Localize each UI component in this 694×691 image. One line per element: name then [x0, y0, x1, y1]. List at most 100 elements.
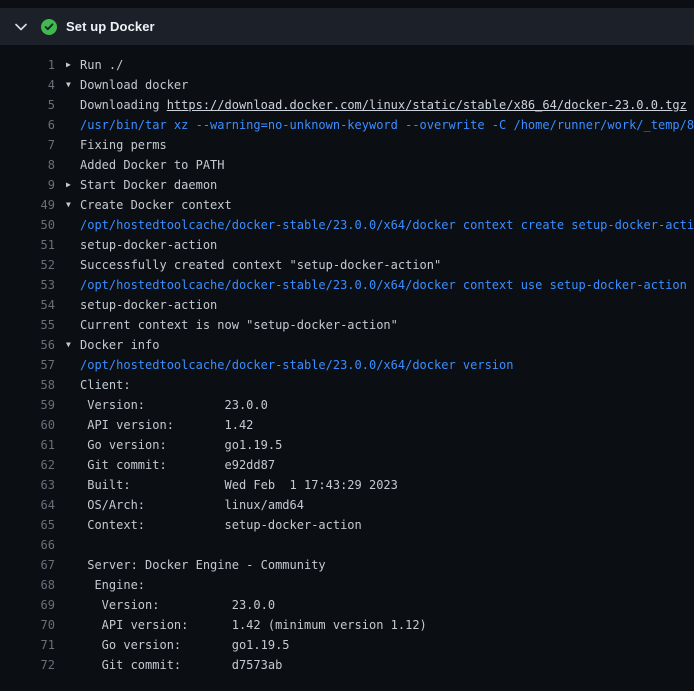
log-text: setup-docker-action: [80, 295, 217, 315]
plain-text: Fixing perms: [80, 138, 167, 152]
plain-text: Go version: go1.19.5: [80, 438, 282, 452]
log-group-row[interactable]: 9▶Start Docker daemon: [0, 175, 694, 195]
line-number[interactable]: 67: [0, 555, 55, 575]
plain-text: Docker info: [80, 338, 159, 352]
plain-text: setup-docker-action: [80, 298, 217, 312]
line-number[interactable]: 63: [0, 475, 55, 495]
plain-text: Create Docker context: [80, 198, 232, 212]
log-text: Create Docker context: [80, 195, 232, 215]
group-collapsed-icon[interactable]: ▶: [55, 55, 80, 75]
log-link[interactable]: https://download.docker.com/linux/static…: [167, 98, 687, 112]
line-number[interactable]: 51: [0, 235, 55, 255]
log-text: Version: 23.0.0: [80, 595, 275, 615]
line-number[interactable]: 7: [0, 135, 55, 155]
plain-text: Added Docker to PATH: [80, 158, 225, 172]
plain-text: Version: 23.0.0: [80, 398, 268, 412]
log-row: 55Current context is now "setup-docker-a…: [0, 315, 694, 335]
line-number[interactable]: 52: [0, 255, 55, 275]
line-number[interactable]: 53: [0, 275, 55, 295]
log-group-row[interactable]: 4▼Download docker: [0, 75, 694, 95]
plain-text: OS/Arch: linux/amd64: [80, 498, 304, 512]
log-text: OS/Arch: linux/amd64: [80, 495, 304, 515]
plain-text: Download docker: [80, 78, 188, 92]
log-text: Context: setup-docker-action: [80, 515, 362, 535]
log-row: 59 Version: 23.0.0: [0, 395, 694, 415]
line-number[interactable]: 4: [0, 75, 55, 95]
line-number[interactable]: 60: [0, 415, 55, 435]
line-number[interactable]: 57: [0, 355, 55, 375]
log-text: Run ./: [80, 55, 123, 75]
plain-text: Start Docker daemon: [80, 178, 217, 192]
line-number[interactable]: 49: [0, 195, 55, 215]
log-row: 51 setup-docker-action: [0, 235, 694, 255]
group-expanded-icon[interactable]: ▼: [55, 335, 80, 355]
command-text: /opt/hostedtoolcache/docker-stable/23.0.…: [80, 278, 687, 292]
log-group-row[interactable]: 1▶Run ./: [0, 55, 694, 75]
log-text: Git commit: d7573ab: [80, 655, 282, 675]
plain-text: Successfully created context "setup-dock…: [80, 258, 441, 272]
log-text: API version: 1.42 (minimum version 1.12): [80, 615, 427, 635]
plain-text: Built: Wed Feb 1 17:43:29 2023: [80, 478, 398, 492]
log-row: 6/usr/bin/tar xz --warning=no-unknown-ke…: [0, 115, 694, 135]
log-row: 58Client:: [0, 375, 694, 395]
line-number[interactable]: 5: [0, 95, 55, 115]
log-row: 7 Fixing perms: [0, 135, 694, 155]
line-number[interactable]: 54: [0, 295, 55, 315]
plain-text: Server: Docker Engine - Community: [80, 558, 326, 572]
log-group-row[interactable]: 49▼Create Docker context: [0, 195, 694, 215]
line-number[interactable]: 56: [0, 335, 55, 355]
line-number[interactable]: 72: [0, 655, 55, 675]
line-number[interactable]: 62: [0, 455, 55, 475]
line-number[interactable]: 8: [0, 155, 55, 175]
log-text: setup-docker-action: [80, 235, 217, 255]
log-row: 8 Added Docker to PATH: [0, 155, 694, 175]
log-text: API version: 1.42: [80, 415, 253, 435]
log-text: Docker info: [80, 335, 159, 355]
log-text: Start Docker daemon: [80, 175, 217, 195]
command-text: /usr/bin/tar xz --warning=no-unknown-key…: [80, 118, 694, 132]
log-row: 69 Version: 23.0.0: [0, 595, 694, 615]
log-row: 5 Downloading https://download.docker.com…: [0, 95, 694, 115]
line-number[interactable]: 64: [0, 495, 55, 515]
line-number[interactable]: 68: [0, 575, 55, 595]
plain-text: Git commit: d7573ab: [80, 658, 282, 672]
line-number[interactable]: 55: [0, 315, 55, 335]
log-text: Go version: go1.19.5: [80, 635, 290, 655]
group-collapsed-icon[interactable]: ▶: [55, 175, 80, 195]
log-text: Fixing perms: [80, 135, 167, 155]
line-number[interactable]: 1: [0, 55, 55, 75]
step-header-setup-docker[interactable]: Set up Docker: [0, 8, 694, 45]
line-number[interactable]: 61: [0, 435, 55, 455]
log-text: Added Docker to PATH: [80, 155, 225, 175]
log-row: 53/opt/hostedtoolcache/docker-stable/23.…: [0, 275, 694, 295]
line-number[interactable]: 6: [0, 115, 55, 135]
log-text: Built: Wed Feb 1 17:43:29 2023: [80, 475, 398, 495]
log-text: Git commit: e92dd87: [80, 455, 275, 475]
log-row: 68 Engine:: [0, 575, 694, 595]
log-row: 52 Successfully created context "setup-do…: [0, 255, 694, 275]
line-number[interactable]: 70: [0, 615, 55, 635]
log-group-row[interactable]: 56▼Docker info: [0, 335, 694, 355]
line-number[interactable]: 59: [0, 395, 55, 415]
line-number[interactable]: 50: [0, 215, 55, 235]
log-text: Server: Docker Engine - Community: [80, 555, 326, 575]
chevron-down-icon[interactable]: [14, 20, 28, 34]
log-row: 64 OS/Arch: linux/amd64: [0, 495, 694, 515]
group-expanded-icon[interactable]: ▼: [55, 75, 80, 95]
plain-text: API version: 1.42 (minimum version 1.12): [80, 618, 427, 632]
plain-text: setup-docker-action: [80, 238, 217, 252]
log-output: 1▶Run ./4▼Download docker5Downloading ht…: [0, 45, 694, 675]
log-row: 66: [0, 535, 694, 555]
plain-text: Downloading: [80, 98, 167, 112]
line-number[interactable]: 71: [0, 635, 55, 655]
line-number[interactable]: 69: [0, 595, 55, 615]
success-check-icon: [41, 19, 57, 35]
line-number[interactable]: 66: [0, 535, 55, 555]
line-number[interactable]: 65: [0, 515, 55, 535]
line-number[interactable]: 9: [0, 175, 55, 195]
group-expanded-icon[interactable]: ▼: [55, 195, 80, 215]
line-number[interactable]: 58: [0, 375, 55, 395]
command-text: /opt/hostedtoolcache/docker-stable/23.0.…: [80, 218, 694, 232]
log-text: Engine:: [80, 575, 145, 595]
log-text: Download docker: [80, 75, 188, 95]
